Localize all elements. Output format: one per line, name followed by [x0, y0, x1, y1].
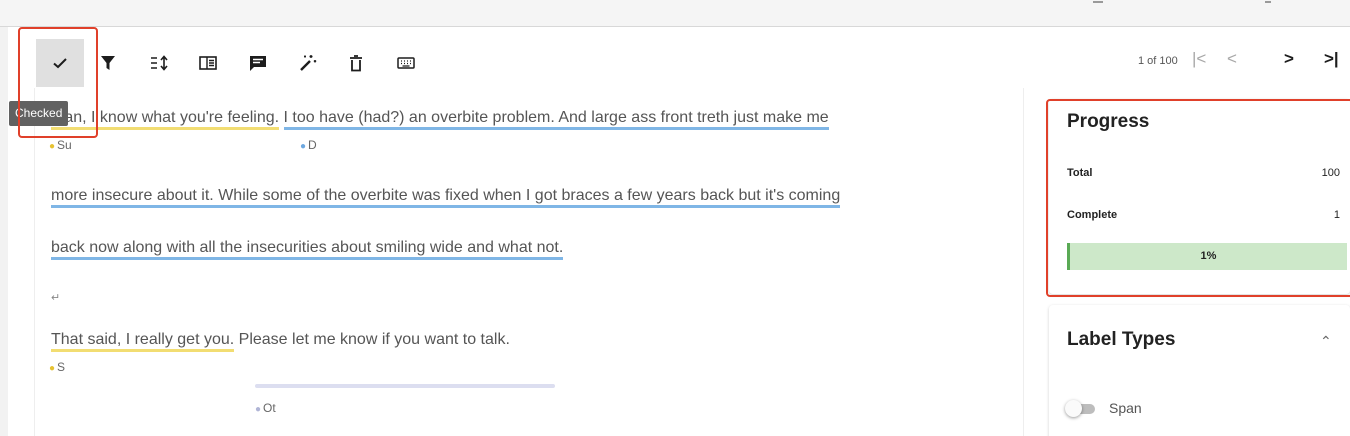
previous-page-button[interactable]: <: [1227, 49, 1237, 69]
next-page-button[interactable]: >: [1284, 49, 1294, 69]
annotated-span[interactable]: I too have (had?) an overbite problem. A…: [283, 109, 829, 130]
filter-icon: [101, 56, 115, 70]
first-page-button[interactable]: |<: [1192, 49, 1206, 69]
newline-marker: ↵: [51, 292, 61, 304]
relation-line[interactable]: [255, 384, 555, 388]
relation-label-text: Ot: [263, 401, 276, 415]
auto-label-button[interactable]: [284, 39, 332, 87]
span-label-text: S: [57, 360, 66, 374]
span-label-text: D: [308, 138, 317, 152]
keyboard-shortcuts-button[interactable]: [382, 39, 430, 87]
span-label-text: Su: [57, 138, 72, 152]
span-label[interactable]: ● S: [49, 360, 65, 374]
relation-label[interactable]: ● Ot: [255, 401, 276, 415]
last-page-button[interactable]: >|: [1324, 49, 1339, 69]
label-types-title: Label Types: [1067, 329, 1176, 350]
progress-card-highlight: [1046, 99, 1350, 297]
annotated-span[interactable]: more insecure about it. While some of th…: [51, 187, 841, 208]
sort-icon: [151, 55, 168, 71]
annotated-span[interactable]: That said, I really get you.: [51, 331, 235, 352]
keyboard-icon: [397, 57, 415, 69]
app-bar-fragment: [1093, 0, 1103, 3]
checked-button-highlight: [18, 27, 98, 138]
text-line-2[interactable]: more insecure about it. While some of th…: [51, 187, 841, 208]
collapse-chevron-icon[interactable]: ⌃: [1320, 333, 1332, 350]
document-text-area[interactable]: Man, I know what you're feeling. I too h…: [34, 88, 1024, 436]
trash-icon: [350, 54, 362, 71]
plain-text[interactable]: Please let me know if you want to talk.: [234, 331, 510, 348]
layout-icon: [199, 56, 217, 70]
comment-button[interactable]: [234, 39, 282, 87]
comment-icon: [250, 55, 266, 71]
span-toggle[interactable]: [1065, 400, 1082, 417]
annotated-span[interactable]: back now along with all the insecurities…: [51, 239, 564, 260]
sort-button[interactable]: [136, 39, 184, 87]
page-counter: 1 of 100: [1138, 55, 1178, 67]
delete-button[interactable]: [332, 39, 380, 87]
top-app-bar: [0, 0, 1350, 27]
app-bar-fragment: [1265, 0, 1271, 3]
span-label[interactable]: ● Su: [49, 138, 72, 152]
magic-wand-icon: [300, 55, 317, 71]
text-line-1[interactable]: Man, I know what you're feeling. I too h…: [51, 109, 829, 130]
annotation-workspace: Checked 1 of 100 |< < > >| Man, I know w…: [8, 27, 1350, 436]
layout-button[interactable]: [184, 39, 232, 87]
span-toggle-label: Span: [1109, 400, 1142, 416]
text-line-5[interactable]: That said, I really get you. Please let …: [51, 331, 510, 352]
span-label[interactable]: ● D: [300, 138, 317, 152]
text-line-3[interactable]: back now along with all the insecurities…: [51, 239, 564, 260]
label-types-card: Label Types ⌃ Span: [1049, 305, 1350, 436]
